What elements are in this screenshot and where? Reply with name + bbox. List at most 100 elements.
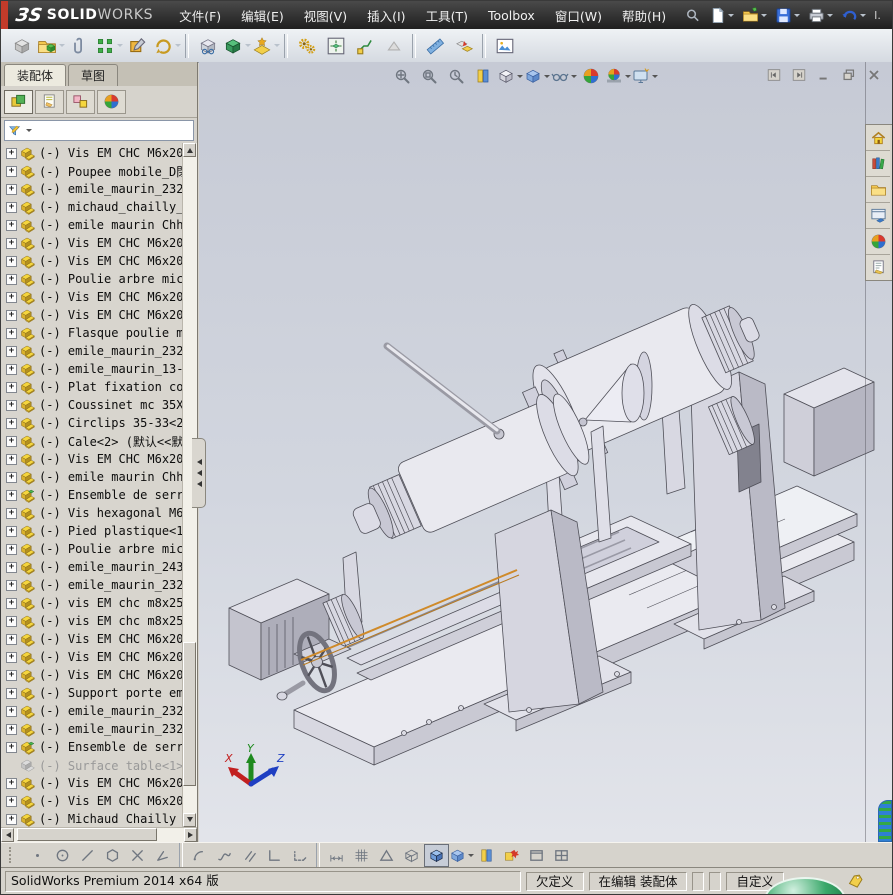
tree-item[interactable]: (-) Vis EM CHC M6x20<14 bbox=[1, 144, 183, 162]
expand-icon[interactable] bbox=[6, 489, 17, 501]
edit-appearance-button[interactable] bbox=[578, 65, 603, 87]
sketch-line-button[interactable] bbox=[75, 844, 100, 867]
appearances-tab[interactable] bbox=[866, 229, 890, 255]
tree-item[interactable]: (-) Poulie arbre michau bbox=[1, 540, 183, 558]
document-restore-button[interactable] bbox=[839, 66, 859, 83]
apply-scene-button[interactable] bbox=[605, 65, 631, 87]
dropdown-caret[interactable] bbox=[624, 74, 631, 81]
expand-icon[interactable] bbox=[6, 705, 17, 717]
open-button[interactable] bbox=[738, 5, 771, 26]
new-document-button[interactable] bbox=[705, 5, 738, 26]
sketch-perpendicular-button[interactable] bbox=[262, 844, 287, 867]
expand-icon[interactable] bbox=[6, 633, 17, 645]
panel-collapse-handle[interactable] bbox=[192, 438, 206, 508]
sketch-angle-button[interactable] bbox=[150, 844, 175, 867]
viewport-single-button[interactable] bbox=[524, 844, 549, 867]
expand-icon[interactable] bbox=[6, 615, 17, 627]
menu-item[interactable]: 插入(I) bbox=[357, 2, 415, 29]
expand-icon[interactable] bbox=[6, 255, 17, 267]
tree-item[interactable]: (-) Vis EM CHC M6x20<15 bbox=[1, 234, 183, 252]
scroll-up-button[interactable] bbox=[183, 143, 196, 157]
collision-button[interactable] bbox=[499, 844, 524, 867]
tree-horizontal-scrollbar[interactable] bbox=[1, 827, 197, 842]
insert-component-button[interactable] bbox=[7, 31, 36, 60]
sketch-trim-button[interactable] bbox=[125, 844, 150, 867]
move-component-button[interactable] bbox=[152, 31, 181, 60]
expand-icon[interactable] bbox=[6, 327, 17, 339]
dropdown-caret[interactable] bbox=[794, 13, 801, 20]
explode-line-sketch-button[interactable] bbox=[350, 31, 379, 60]
expand-icon[interactable] bbox=[6, 687, 17, 699]
menu-item[interactable]: 编辑(E) bbox=[231, 2, 294, 29]
scroll-down-button[interactable] bbox=[183, 813, 196, 827]
menu-item[interactable]: 窗口(W) bbox=[545, 2, 612, 29]
expand-icon[interactable] bbox=[6, 165, 17, 177]
view-settings-button[interactable] bbox=[632, 65, 658, 87]
dropdown-caret[interactable] bbox=[244, 44, 251, 50]
shaded-with-edges-button[interactable] bbox=[424, 843, 449, 867]
expand-icon[interactable] bbox=[6, 507, 17, 519]
tree-item[interactable]: (-) Vis EM CHC M6x20<23 bbox=[1, 774, 183, 792]
tree-item[interactable]: (-) Vis EM CHC M6x20<17 bbox=[1, 288, 183, 306]
tree-filter-input[interactable] bbox=[4, 120, 194, 141]
scroll-right-button[interactable] bbox=[184, 828, 197, 842]
solidworks-resources-tab[interactable] bbox=[866, 125, 890, 151]
hide-show-items-button[interactable] bbox=[550, 65, 577, 87]
tree-item[interactable]: (-) Poulie arbre michau bbox=[1, 270, 183, 288]
featuremanager-tab[interactable] bbox=[4, 89, 33, 114]
dropdown-caret[interactable] bbox=[543, 74, 550, 81]
expand-icon[interactable] bbox=[6, 399, 17, 411]
sketch-polygon-button[interactable] bbox=[100, 844, 125, 867]
assembly-features-button[interactable] bbox=[222, 31, 251, 60]
scrollbar-thumb[interactable] bbox=[183, 642, 196, 786]
filter-caret-icon[interactable] bbox=[26, 129, 32, 135]
expand-icon[interactable] bbox=[6, 417, 17, 429]
search-button[interactable] bbox=[680, 5, 705, 26]
file-explorer-tab[interactable] bbox=[866, 177, 890, 203]
section-view-toggle-button[interactable] bbox=[474, 844, 499, 867]
dropdown-caret[interactable] bbox=[273, 44, 280, 50]
tree-item[interactable]: (-) emile_maurin_232006 bbox=[1, 342, 183, 360]
menu-item[interactable]: Toolbox bbox=[478, 4, 545, 27]
expand-icon[interactable] bbox=[6, 273, 17, 285]
undo-button[interactable] bbox=[837, 5, 870, 26]
dropdown-caret[interactable] bbox=[651, 74, 658, 81]
expand-icon[interactable] bbox=[6, 309, 17, 321]
expand-icon[interactable] bbox=[6, 669, 17, 681]
tree-item[interactable]: (-) Vis EM CHC M6x20<22 bbox=[1, 666, 183, 684]
preview-window-button[interactable] bbox=[490, 31, 519, 60]
display-style-button[interactable] bbox=[524, 65, 550, 87]
measure-button[interactable] bbox=[420, 31, 449, 60]
tree-item[interactable]: (-) Vis hexagonal M6<2> bbox=[1, 504, 183, 522]
pane-collapse-left-button[interactable] bbox=[764, 66, 784, 83]
expand-icon[interactable] bbox=[6, 651, 17, 663]
zoom-previous-button[interactable] bbox=[443, 65, 468, 87]
expand-icon[interactable] bbox=[6, 291, 17, 303]
expand-icon[interactable] bbox=[6, 525, 17, 537]
expand-icon[interactable] bbox=[6, 471, 17, 483]
expand-icon[interactable] bbox=[6, 723, 17, 735]
zoom-to-area-button[interactable] bbox=[416, 65, 441, 87]
menu-item[interactable]: 帮助(H) bbox=[612, 2, 676, 29]
tag-icon[interactable] bbox=[846, 872, 864, 890]
tree-item[interactable]: (-) Pied plastique<1> ( bbox=[1, 522, 183, 540]
dropdown-caret[interactable] bbox=[761, 13, 768, 20]
configurationmanager-tab[interactable] bbox=[66, 89, 95, 114]
expand-icon[interactable] bbox=[6, 453, 17, 465]
pane-collapse-right-button[interactable] bbox=[789, 66, 809, 83]
tree-item[interactable]: (-) Poupee mobile_D閉a bbox=[1, 162, 183, 180]
expand-icon[interactable] bbox=[6, 381, 17, 393]
print-button[interactable] bbox=[804, 5, 837, 26]
tree-item[interactable]: (-) emile_maurin_232006 bbox=[1, 180, 183, 198]
menu-item[interactable]: 视图(V) bbox=[294, 2, 357, 29]
scroll-left-button[interactable] bbox=[1, 828, 14, 842]
sketch-construction-button[interactable] bbox=[287, 844, 312, 867]
tree-item[interactable]: (-) emile_maurin_13-043 bbox=[1, 360, 183, 378]
sketch-point-button[interactable] bbox=[25, 844, 50, 867]
instant3d-button[interactable] bbox=[379, 31, 408, 60]
custom-properties-tab[interactable] bbox=[866, 255, 890, 280]
expand-icon[interactable] bbox=[6, 147, 17, 159]
graphics-viewport[interactable]: X Y Z bbox=[199, 62, 892, 842]
interference-detection-button[interactable] bbox=[449, 31, 478, 60]
tree-item[interactable]: (-) Flasque poulie mote bbox=[1, 324, 183, 342]
